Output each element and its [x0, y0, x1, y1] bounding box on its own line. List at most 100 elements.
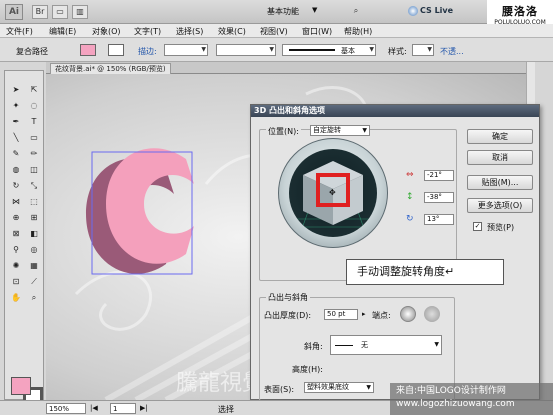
- layout-icon[interactable]: ▥: [72, 5, 88, 19]
- next-page-icon[interactable]: ▶|: [140, 404, 148, 412]
- cslive-button[interactable]: CS Live: [420, 6, 453, 15]
- mesh-tool-icon[interactable]: ⊠: [8, 227, 24, 241]
- bevel-dropdown[interactable]: 无 ▼: [330, 335, 442, 355]
- bottom-watermark: 来自:中国LOGO设计制作网 www.logozhizuowang.com: [390, 383, 553, 415]
- eyedropper-tool-icon[interactable]: ⚲: [8, 243, 24, 257]
- type-tool-icon[interactable]: T: [26, 115, 42, 129]
- swirl-ornament: [74, 270, 153, 331]
- cap-off-button[interactable]: [424, 306, 440, 322]
- magic-wand-tool-icon[interactable]: ✦: [8, 99, 24, 113]
- menu-view[interactable]: 视图(V): [260, 26, 288, 37]
- depth-label: 凸出厚度(D):: [264, 311, 312, 320]
- style-label: 样式:: [388, 47, 407, 56]
- selection-tool-icon[interactable]: ➤: [8, 83, 24, 97]
- menu-bar: 文件(F) 编辑(E) 对象(O) 文字(T) 选择(S) 效果(C) 视图(V…: [0, 24, 553, 38]
- depth-slider-arrow[interactable]: ▸: [362, 310, 366, 318]
- scale-tool-icon[interactable]: ⤡: [26, 179, 42, 193]
- brush-label: 基本: [341, 47, 355, 55]
- brush-dropdown[interactable]: 基本 ▼: [282, 44, 376, 56]
- blob-brush-tool-icon[interactable]: ◍: [8, 163, 24, 177]
- fill-swatch[interactable]: [11, 377, 31, 395]
- position-dropdown[interactable]: 自定旋转 ▼: [310, 125, 370, 136]
- cslive-icon: [408, 6, 418, 16]
- chevron-down-icon: ▼: [366, 384, 371, 391]
- bridge-icon[interactable]: Br: [32, 5, 48, 19]
- shape-builder-tool-icon[interactable]: ⊕: [8, 211, 24, 225]
- graphic-style-dropdown[interactable]: ▼: [412, 44, 434, 56]
- position-value: 自定旋转: [313, 126, 341, 134]
- pen-tool-icon[interactable]: ✒: [8, 115, 24, 129]
- watermark-title: 腰洛洛: [502, 5, 538, 18]
- gradient-tool-icon[interactable]: ◧: [26, 227, 42, 241]
- artboard-tool-icon[interactable]: ⊡: [8, 275, 24, 289]
- app-logo: Ai: [5, 4, 23, 20]
- menu-type[interactable]: 文字(T): [134, 26, 161, 37]
- zoom-field[interactable]: 150%: [46, 403, 86, 414]
- direct-selection-tool-icon[interactable]: ⇱: [26, 83, 42, 97]
- chevron-down-icon[interactable]: ▼: [312, 6, 317, 14]
- slice-tool-icon[interactable]: ⟋: [26, 275, 42, 289]
- eraser-tool-icon[interactable]: ◫: [26, 163, 42, 177]
- lasso-tool-icon[interactable]: ◌: [26, 99, 42, 113]
- stroke-preview: [289, 49, 335, 51]
- y-axis-rotation-icon: ↕: [406, 192, 414, 202]
- cancel-button[interactable]: 取消: [467, 150, 533, 165]
- rotation-trackball[interactable]: ✥: [278, 138, 388, 248]
- x-rotation-field[interactable]: -21°: [424, 170, 454, 181]
- trackball-view: ✥: [289, 149, 377, 237]
- arrange-icon[interactable]: ▭: [52, 5, 68, 19]
- x-axis-rotation-icon: ⇔: [406, 170, 414, 180]
- hand-tool-icon[interactable]: ✋: [8, 291, 24, 305]
- menu-effect[interactable]: 效果(C): [218, 26, 246, 37]
- menu-edit[interactable]: 编辑(E): [49, 26, 76, 37]
- z-rotation-field[interactable]: 13°: [424, 214, 454, 225]
- surface-dropdown[interactable]: 塑料效果底纹 ▼: [304, 382, 374, 393]
- paintbrush-tool-icon[interactable]: ✎: [8, 147, 24, 161]
- rotate-tool-icon[interactable]: ↻: [8, 179, 24, 193]
- chevron-down-icon: ▼: [362, 127, 367, 134]
- more-options-button[interactable]: 更多选项(O): [467, 198, 533, 213]
- first-page-icon[interactable]: |◀: [90, 404, 98, 412]
- y-rotation-field[interactable]: -38°: [424, 192, 454, 203]
- depth-field[interactable]: 50 pt: [324, 309, 358, 320]
- menu-select[interactable]: 选择(S): [176, 26, 203, 37]
- symbol-sprayer-tool-icon[interactable]: ✺: [8, 259, 24, 273]
- rectangle-tool-icon[interactable]: ▭: [26, 131, 42, 145]
- pencil-tool-icon[interactable]: ✏: [26, 147, 42, 161]
- cap-label: 端点:: [372, 311, 391, 320]
- perspective-grid-tool-icon[interactable]: ⊞: [26, 211, 42, 225]
- variable-width-dropdown[interactable]: ▼: [216, 44, 276, 56]
- search-icon[interactable]: ⌕: [348, 5, 364, 19]
- menu-window[interactable]: 窗口(W): [302, 26, 332, 37]
- control-bar: 复合路径 描边: ▼ ▼ 基本 ▼ 样式: ▼ 不透...: [0, 38, 553, 62]
- preview-label: 预览(P): [487, 223, 515, 232]
- menu-object[interactable]: 对象(O): [92, 26, 121, 37]
- page-field[interactable]: 1: [110, 403, 136, 414]
- opacity-label[interactable]: 不透...: [440, 46, 464, 57]
- map-art-button[interactable]: 贴图(M)...: [467, 175, 533, 190]
- chevron-down-icon: ▼: [434, 341, 439, 348]
- preview-checkbox[interactable]: ✓: [473, 222, 482, 231]
- cube-preview: ✥: [289, 161, 377, 237]
- width-tool-icon[interactable]: ⋈: [8, 195, 24, 209]
- menu-help[interactable]: 帮助(H): [344, 26, 372, 37]
- stroke-weight-dropdown[interactable]: ▼: [164, 44, 208, 56]
- zoom-tool-icon[interactable]: ⌕: [26, 291, 42, 305]
- document-tab-bar: 花纹背景.ai* @ 150% (RGB/预览): [46, 62, 526, 75]
- workspace-switcher[interactable]: 基本功能: [267, 6, 299, 17]
- bevel-label: 斜角:: [304, 342, 323, 351]
- tools-panel: ➤ ⇱ ✦ ◌ ✒ T ╲ ▭ ✎ ✏ ◍ ◫ ↻ ⤡ ⋈ ⬚ ⊕ ⊞ ⊠ ◧ …: [4, 70, 44, 405]
- height-label: 高度(H):: [292, 365, 323, 374]
- surface-label: 表面(S):: [264, 385, 295, 394]
- stroke-color-swatch[interactable]: [108, 44, 124, 56]
- menu-file[interactable]: 文件(F): [6, 26, 33, 37]
- cap-on-button[interactable]: [400, 306, 416, 322]
- graph-tool-icon[interactable]: ▦: [26, 259, 42, 273]
- path-type-label: 复合路径: [16, 47, 48, 56]
- line-tool-icon[interactable]: ╲: [8, 131, 24, 145]
- fill-color-swatch[interactable]: [80, 44, 96, 56]
- stroke-label[interactable]: 描边:: [138, 46, 157, 57]
- free-transform-tool-icon[interactable]: ⬚: [26, 195, 42, 209]
- ok-button[interactable]: 确定: [467, 129, 533, 144]
- blend-tool-icon[interactable]: ◎: [26, 243, 42, 257]
